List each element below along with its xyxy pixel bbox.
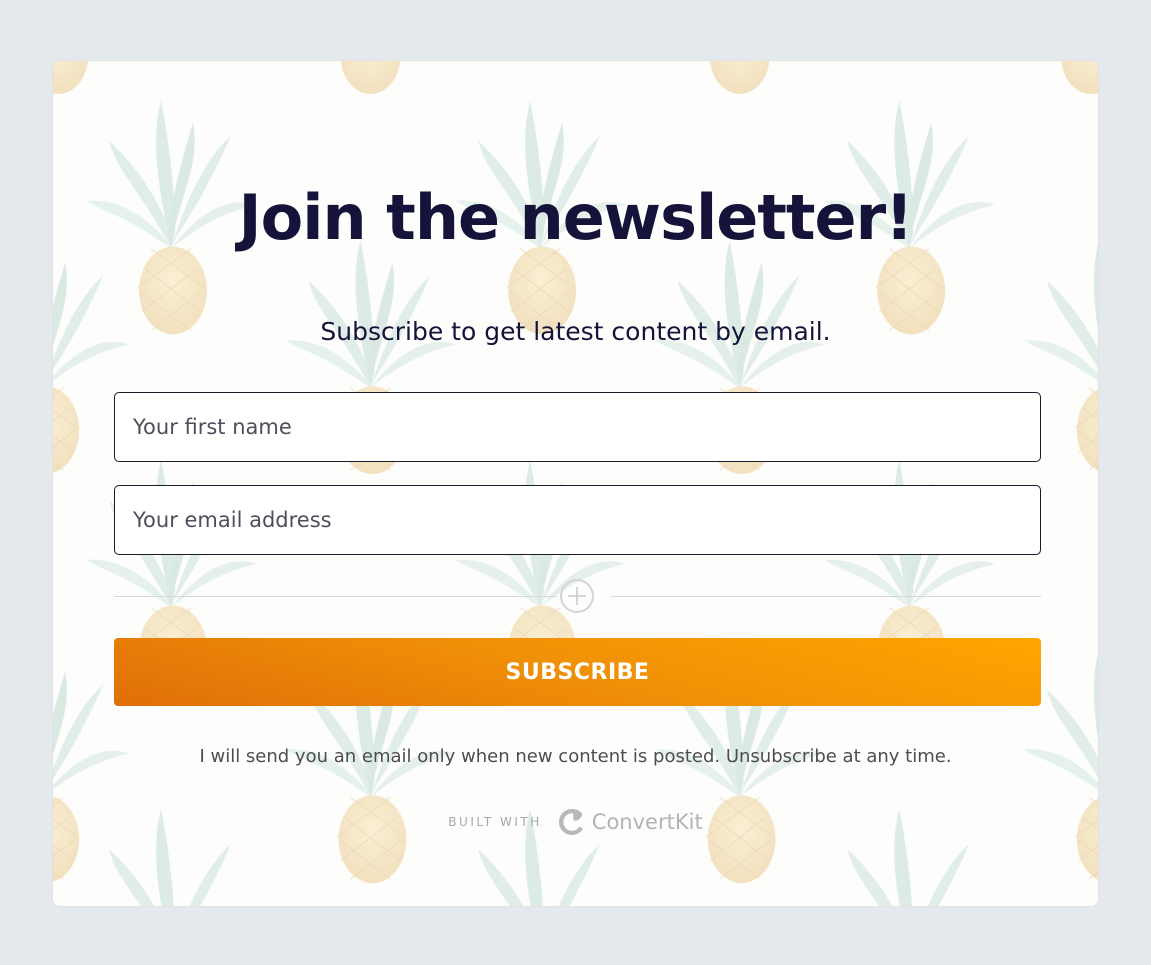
plus-circle-icon[interactable] — [559, 578, 595, 614]
form-content: Join the newsletter! Subscribe to get la… — [53, 61, 1098, 906]
first-name-input[interactable] — [115, 393, 1040, 461]
convertkit-logo-icon — [558, 809, 583, 835]
built-with-convertkit-link[interactable]: BUILT WITH ConvertKit — [53, 805, 1098, 839]
disclaimer-text: I will send you an email only when new c… — [199, 746, 952, 767]
form-subtitle: Subscribe to get latest content by email… — [320, 317, 831, 346]
newsletter-card: Join the newsletter! Subscribe to get la… — [52, 60, 1099, 907]
divider-line-left — [114, 596, 557, 597]
subscribe-button[interactable]: SUBSCRIBE — [114, 638, 1041, 706]
convertkit-brand-name: ConvertKit — [591, 810, 703, 834]
email-input[interactable] — [115, 486, 1040, 554]
form-title: Join the newsletter! — [238, 181, 914, 254]
first-name-field[interactable] — [114, 392, 1041, 462]
custom-fields-divider — [114, 578, 1041, 614]
built-with-label: BUILT WITH — [448, 815, 542, 829]
divider-line-right — [611, 596, 1041, 597]
email-field[interactable] — [114, 485, 1041, 555]
